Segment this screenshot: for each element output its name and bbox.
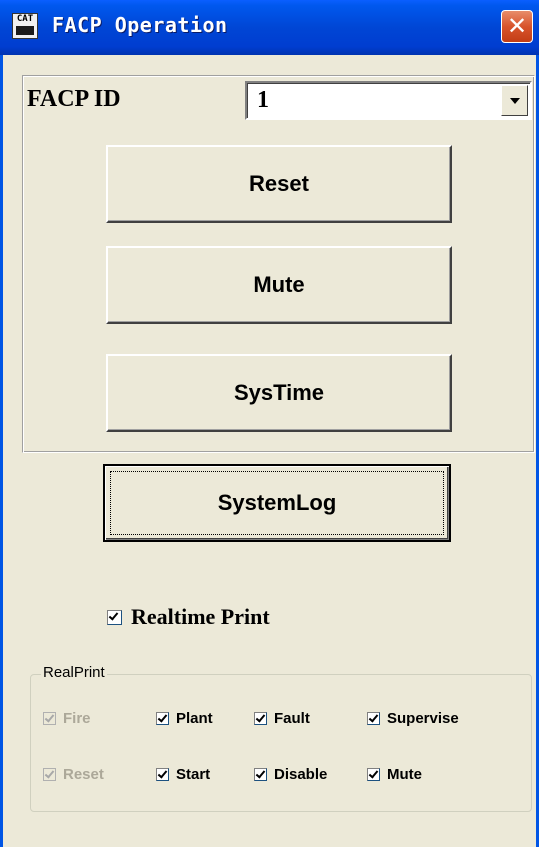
- realprint-disable-checkbox[interactable]: Disable: [254, 766, 327, 783]
- checkbox-checked-icon[interactable]: [156, 712, 169, 725]
- realprint-reset-checkbox: Reset: [43, 766, 104, 783]
- realprint-supervise-checkbox[interactable]: Supervise: [367, 710, 459, 727]
- realprint-disable-label: Disable: [274, 766, 328, 783]
- close-button[interactable]: ✕: [501, 10, 533, 43]
- app-icon: CAT: [12, 13, 38, 39]
- facp-id-select[interactable]: 1: [245, 81, 532, 120]
- realtime-print-label: Realtime Print: [131, 604, 270, 629]
- systime-button-label: SysTime: [233, 380, 325, 405]
- close-icon: ✕: [506, 12, 528, 40]
- checkbox-checked-icon[interactable]: [367, 768, 380, 781]
- checkbox-checked-icon[interactable]: [367, 712, 380, 725]
- realprint-plant-checkbox[interactable]: Plant: [156, 710, 213, 727]
- reset-button[interactable]: Reset: [106, 145, 452, 223]
- checkbox-checked-icon[interactable]: [156, 768, 169, 781]
- systime-button[interactable]: SysTime: [106, 354, 452, 432]
- realprint-mute-checkbox[interactable]: Mute: [367, 766, 422, 783]
- realprint-supervise-label: Supervise: [387, 710, 459, 727]
- chevron-down-icon[interactable]: [501, 85, 528, 116]
- focus-rectangle: [110, 471, 444, 535]
- title-bar[interactable]: CAT FACP Operation ✕: [0, 0, 539, 55]
- reset-button-label: Reset: [249, 171, 309, 196]
- checkbox-checked-icon[interactable]: [107, 609, 122, 625]
- systemlog-button[interactable]: SystemLog: [103, 464, 451, 542]
- mute-button-label: Mute: [253, 272, 305, 297]
- realprint-start-label: Start: [176, 766, 211, 783]
- checkbox-checked-icon[interactable]: [254, 768, 267, 781]
- realprint-fault-checkbox[interactable]: Fault: [254, 710, 310, 727]
- realprint-fault-label: Fault: [274, 710, 310, 727]
- checkbox-checked-icon: [43, 768, 56, 781]
- realprint-group: [30, 674, 532, 812]
- mute-button[interactable]: Mute: [106, 246, 452, 324]
- realtime-print-checkbox[interactable]: Realtime Print: [107, 604, 270, 630]
- checkbox-checked-icon[interactable]: [254, 712, 267, 725]
- app-icon-screen: [16, 26, 34, 35]
- app-icon-text: CAT: [16, 14, 34, 24]
- facp-id-label: FACP ID: [27, 86, 121, 112]
- facp-id-value: 1: [257, 87, 269, 113]
- realprint-fire-label: Fire: [63, 710, 91, 727]
- realprint-plant-label: Plant: [176, 710, 213, 727]
- facp-operation-window: CAT FACP Operation ✕ FACP ID 1 Reset Mut…: [0, 0, 539, 847]
- window-title: FACP Operation: [52, 13, 228, 37]
- realprint-mute-label: Mute: [387, 766, 422, 783]
- realprint-start-checkbox[interactable]: Start: [156, 766, 210, 783]
- realprint-reset-label: Reset: [63, 766, 104, 783]
- realprint-fire-checkbox: Fire: [43, 710, 91, 727]
- realprint-legend: RealPrint: [41, 664, 107, 681]
- checkbox-checked-icon: [43, 712, 56, 725]
